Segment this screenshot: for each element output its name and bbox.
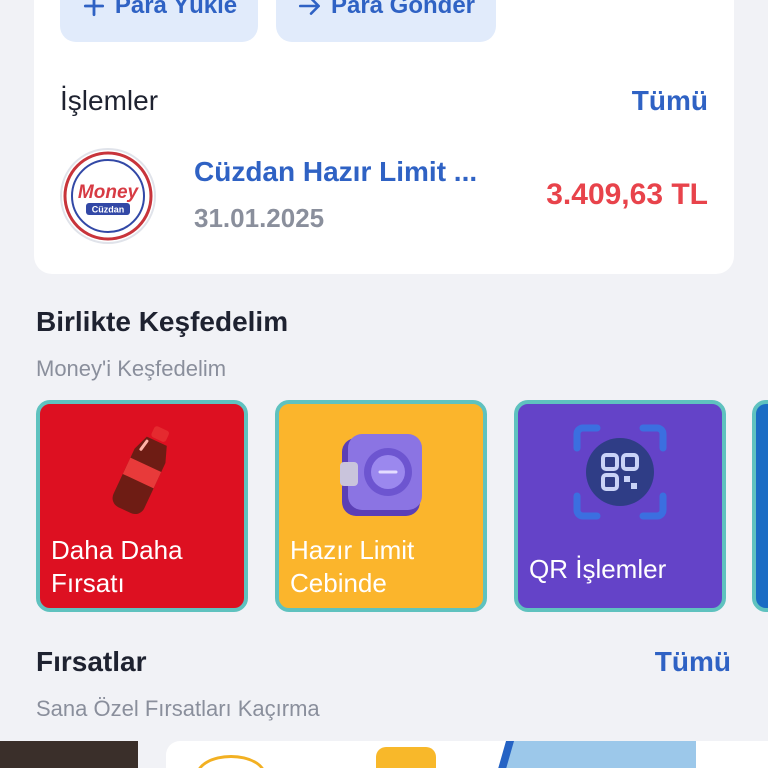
coin-icon — [196, 755, 266, 768]
tile-qr-label: QR İşlemler — [529, 553, 666, 586]
discover-subtitle: Money'i Keşfedelim — [36, 356, 227, 381]
soda-bottle-icon — [112, 426, 169, 515]
send-money-button[interactable]: Para Gönder — [276, 0, 496, 42]
send-money-label: Para Gönder — [330, 0, 476, 19]
tile-qr-islemler[interactable]: QR İşlemler — [514, 400, 726, 612]
offer-card[interactable] — [166, 741, 768, 768]
tile-next-partial[interactable] — [752, 400, 768, 612]
transaction-amount: 3.409,63 TL — [546, 178, 708, 211]
transactions-title: İşlemler — [60, 85, 159, 116]
badge-icon — [376, 747, 436, 768]
transactions-see-all-link[interactable]: Tümü — [632, 85, 708, 117]
wallet-safe-icon — [340, 434, 422, 516]
discover-title: Birlikte Keşfedelim — [36, 306, 289, 337]
tile-daha-daha[interactable]: Daha Daha Fırsatı — [36, 400, 248, 612]
load-money-button[interactable]: Para Yükle — [60, 0, 258, 42]
logo-text-cuzdan: Cüzdan — [92, 205, 125, 215]
tile-hazir-limit-line2: Cebinde — [290, 568, 387, 598]
tile-daha-daha-label: Daha Daha Fırsatı — [51, 534, 183, 600]
offers-title: Fırsatlar — [36, 646, 147, 677]
tile-daha-daha-line1: Daha Daha — [51, 535, 183, 565]
tile-daha-daha-line2: Fırsatı — [51, 568, 125, 598]
tile-hazir-limit-line1: Hazır Limit — [290, 535, 415, 565]
tile-hazir-limit-label: Hazır Limit Cebinde — [290, 534, 414, 600]
logo-text-money: Money — [78, 182, 140, 203]
tile-hazir-limit[interactable]: Hazır Limit Cebinde — [275, 400, 487, 612]
transactions-card: Para Yükle Para Gönder İşlemler Tümü Mon… — [34, 0, 734, 274]
money-wallet-logo: Money Cüzdan — [62, 150, 154, 242]
offers-subtitle: Sana Özel Fırsatları Kaçırma — [36, 696, 320, 721]
offer-image — [506, 741, 696, 768]
tile-qr-line1: QR İşlemler — [529, 554, 667, 584]
transaction-title: Cüzdan Hazır Limit ... — [194, 156, 478, 187]
offer-card-previous[interactable] — [0, 741, 138, 768]
load-money-label: Para Yükle — [114, 0, 238, 19]
plus-icon — [83, 0, 104, 17]
qr-code-icon — [573, 424, 667, 520]
transaction-date: 31.01.2025 — [194, 203, 325, 233]
offers-see-all-link[interactable]: Tümü — [655, 646, 731, 678]
arrow-right-icon — [298, 0, 320, 15]
